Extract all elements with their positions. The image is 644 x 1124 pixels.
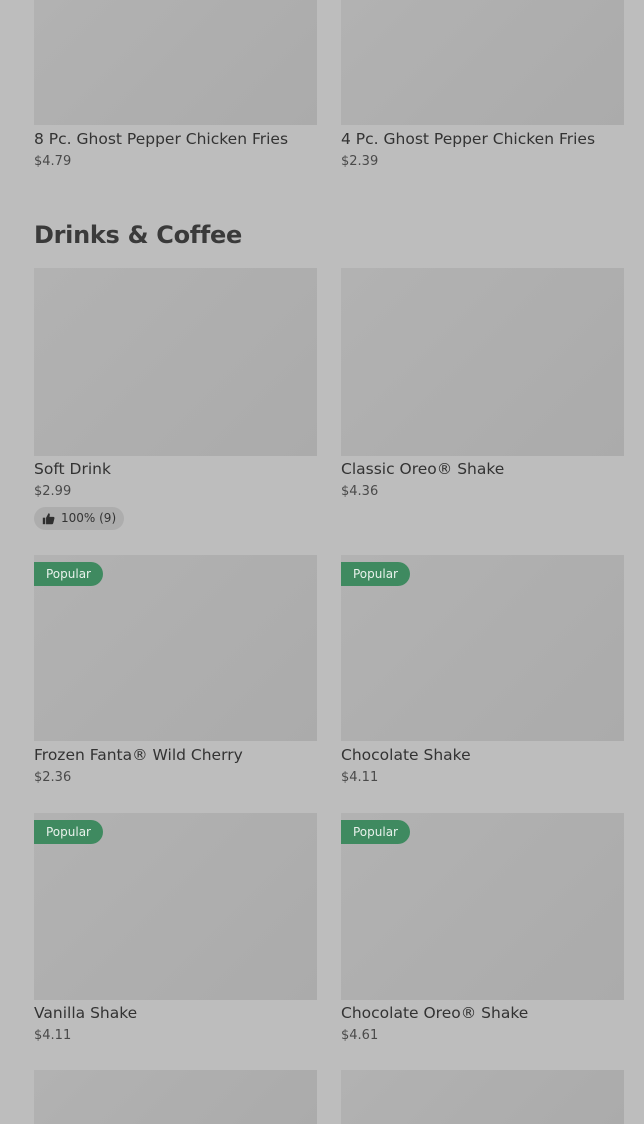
menu-page: 8 Pc. Ghost Pepper Chicken Fries $4.79 4… xyxy=(0,0,644,1124)
item-name: Chocolate Oreo® Shake xyxy=(341,1004,529,1022)
popular-badge: Popular xyxy=(34,562,103,586)
item-price: $2.99 xyxy=(34,484,72,499)
item-name: Classic Oreo® Shake xyxy=(341,460,505,478)
menu-item-card[interactable]: Popular Frozen Fanta® Wild Cherry $2.36 xyxy=(34,555,317,790)
menu-item-card[interactable]: Popular Chocolate Oreo® Shake $4.61 xyxy=(341,813,624,1048)
thumbs-up-icon xyxy=(42,513,55,525)
section-title: Drinks & Coffee xyxy=(34,221,242,249)
item-name: 8 Pc. Ghost Pepper Chicken Fries xyxy=(34,130,289,148)
menu-item-card[interactable]: Popular Chocolate Shake $4.11 xyxy=(341,555,624,790)
item-name: Chocolate Shake xyxy=(341,746,471,764)
item-name: Frozen Fanta® Wild Cherry xyxy=(34,746,243,764)
item-price: $4.11 xyxy=(34,1028,72,1043)
menu-item-card[interactable] xyxy=(341,1070,624,1124)
item-image[interactable] xyxy=(341,268,624,456)
menu-item-card[interactable]: Popular Vanilla Shake $4.11 xyxy=(34,813,317,1048)
item-image[interactable] xyxy=(341,0,624,125)
rating-text: 100% (9) xyxy=(61,511,117,525)
item-image[interactable] xyxy=(34,268,317,456)
item-image[interactable] xyxy=(34,1070,317,1124)
item-name: Vanilla Shake xyxy=(34,1004,138,1022)
menu-item-card[interactable] xyxy=(34,1070,317,1124)
popular-badge: Popular xyxy=(341,820,410,844)
item-name: Soft Drink xyxy=(34,460,111,478)
popular-badge: Popular xyxy=(34,820,103,844)
rating-badge: 100% (9) xyxy=(34,507,125,530)
item-price: $4.79 xyxy=(34,154,72,169)
menu-item-card[interactable]: Soft Drink $2.99 100% (9) xyxy=(34,268,317,530)
item-price: $4.61 xyxy=(341,1028,379,1043)
item-price: $4.36 xyxy=(341,484,379,499)
menu-item-card[interactable]: 4 Pc. Ghost Pepper Chicken Fries $2.39 xyxy=(341,0,624,172)
item-image[interactable] xyxy=(341,1070,624,1124)
menu-item-card[interactable]: Classic Oreo® Shake $4.36 xyxy=(341,268,624,503)
menu-item-card[interactable]: 8 Pc. Ghost Pepper Chicken Fries $4.79 xyxy=(34,0,317,172)
popular-badge: Popular xyxy=(341,562,410,586)
item-image[interactable] xyxy=(34,0,317,125)
item-price: $4.11 xyxy=(341,770,379,785)
item-price: $2.39 xyxy=(341,154,379,169)
item-price: $2.36 xyxy=(34,770,72,785)
item-name: 4 Pc. Ghost Pepper Chicken Fries xyxy=(341,130,596,148)
